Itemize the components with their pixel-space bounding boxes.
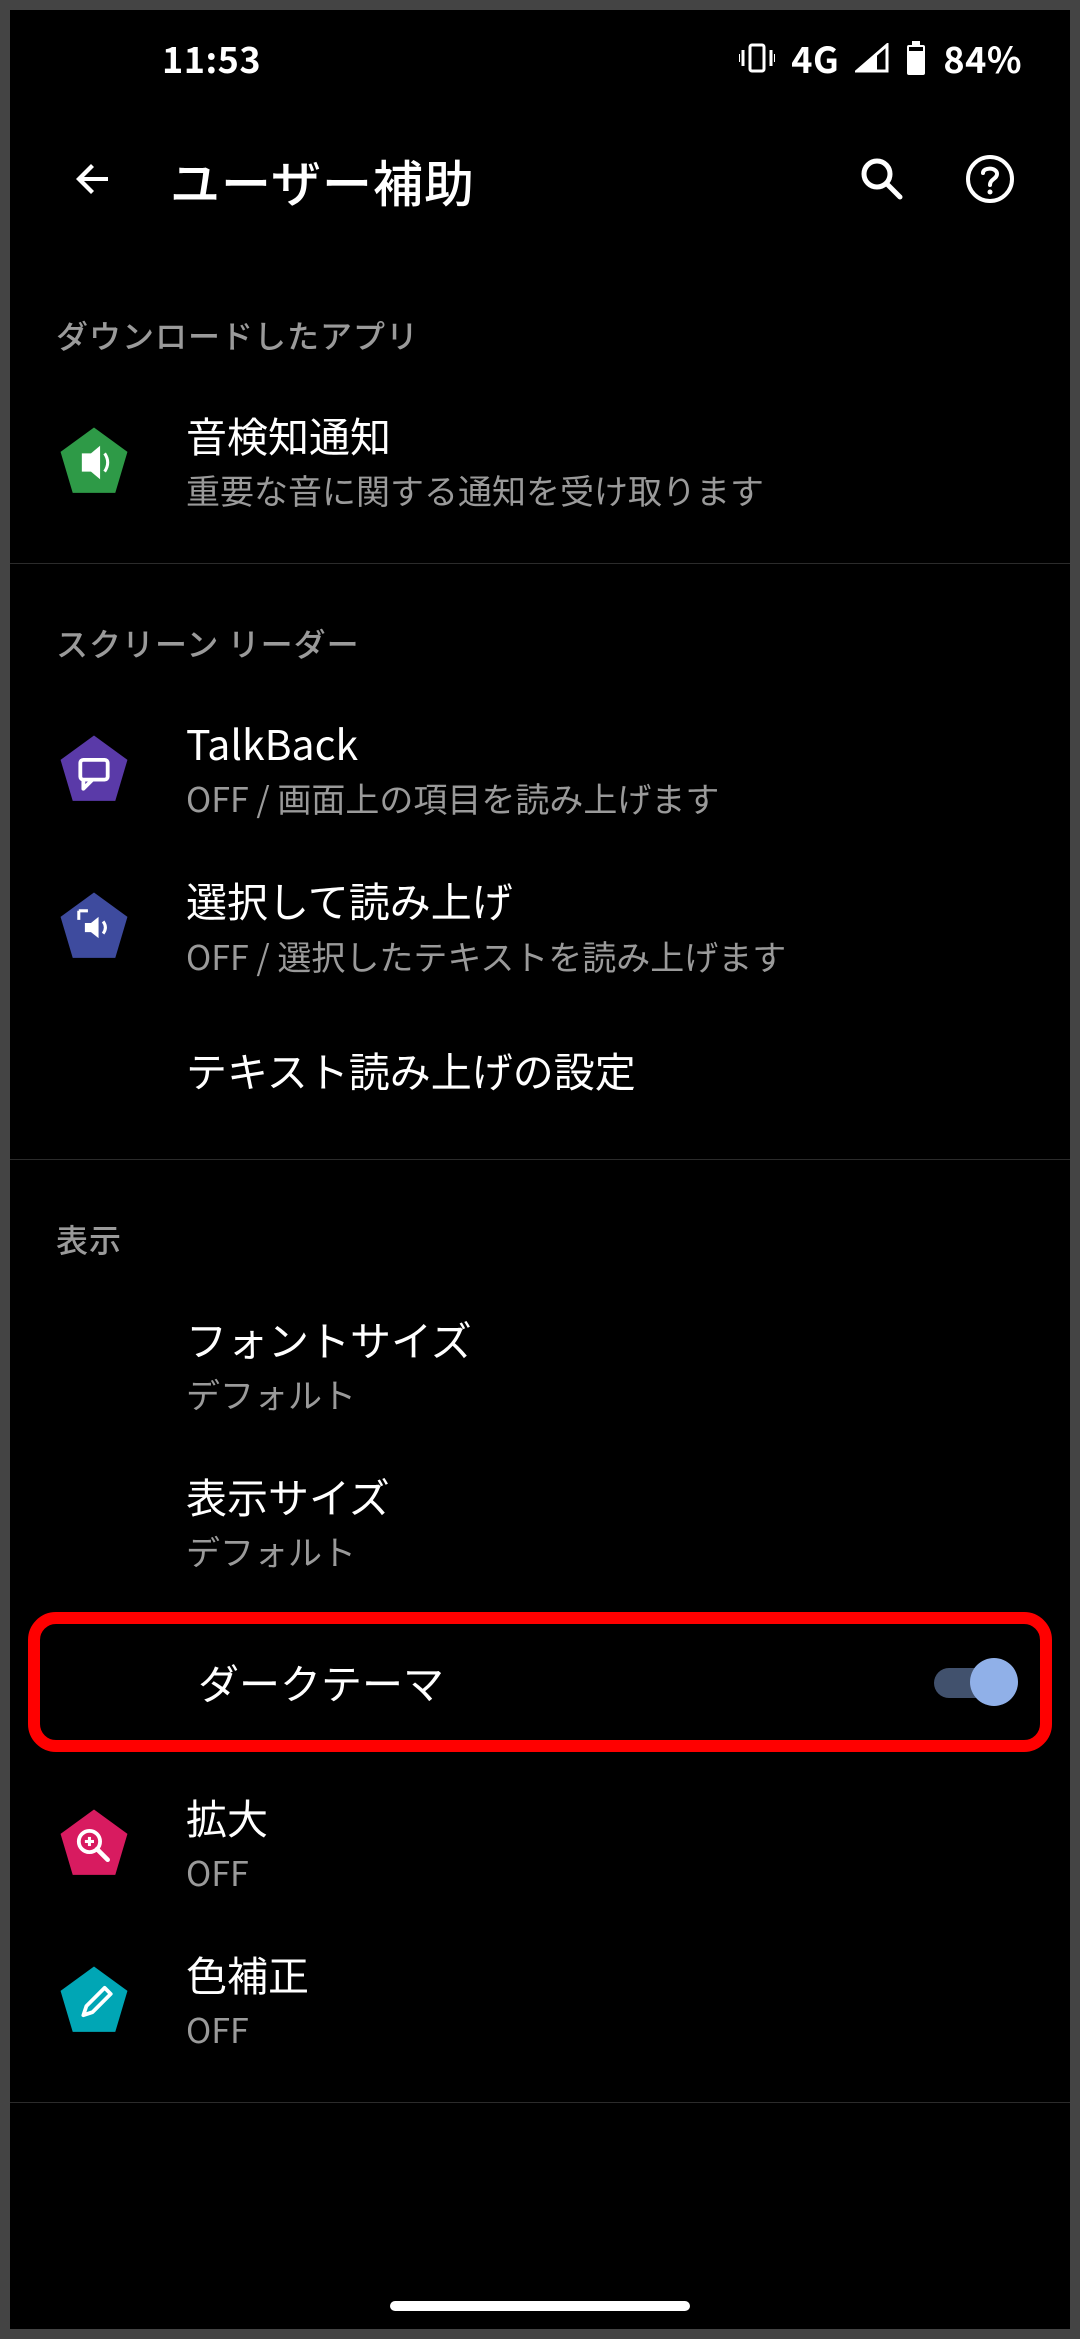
row-subtitle: OFF / 選択したテキストを読み上げます: [186, 933, 1030, 979]
row-sound-notification[interactable]: 音検知通知 重要な音に関する通知を受け取ります: [10, 382, 1070, 539]
row-dark-theme[interactable]: ダークテーマ: [40, 1624, 1040, 1740]
row-subtitle: デフォルト: [186, 1528, 1030, 1574]
select-to-speak-icon: [56, 888, 132, 964]
row-tts-settings[interactable]: テキスト読み上げの設定: [10, 1005, 1070, 1135]
signal-icon: [855, 43, 889, 73]
home-indicator[interactable]: [390, 2301, 690, 2311]
section-header-downloaded: ダウンロードしたアプリ: [10, 256, 1070, 382]
magnification-icon: [56, 1805, 132, 1881]
row-subtitle: デフォルト: [186, 1371, 1030, 1417]
battery-icon: [905, 41, 927, 75]
section-header-screen-reader: スクリーン リーダー: [10, 564, 1070, 690]
search-icon: [856, 153, 908, 210]
talkback-icon: [56, 731, 132, 807]
status-battery: 84%: [943, 32, 1022, 84]
status-bar: 11:53 4G: [10, 10, 1070, 106]
row-magnification[interactable]: 拡大 OFF: [10, 1764, 1070, 1921]
row-title: 音検知通知: [186, 408, 1030, 461]
row-title: 選択して読み上げ: [186, 873, 1030, 926]
color-correction-icon: [56, 1962, 132, 2038]
section-screen-reader: スクリーン リーダー TalkBack OFF / 画面上の項目を読み上げます: [10, 564, 1070, 1159]
row-display-size[interactable]: 表示サイズ デフォルト: [10, 1443, 1070, 1600]
row-title: 色補正: [186, 1947, 1030, 2000]
status-network: 4G: [791, 32, 839, 84]
row-title: TalkBack: [186, 716, 1030, 769]
row-subtitle: OFF / 画面上の項目を読み上げます: [186, 775, 1030, 821]
navigation-bar: [10, 2301, 1070, 2311]
switch-thumb: [970, 1658, 1018, 1706]
status-right: 4G 84%: [739, 32, 1022, 84]
back-button[interactable]: [54, 141, 134, 221]
row-subtitle: 重要な音に関する通知を受け取ります: [186, 467, 1030, 513]
section-display: 表示 フォントサイズ デフォルト 表示サイズ デフォルト ダークテーマ: [10, 1160, 1070, 2104]
arrow-back-icon: [70, 155, 118, 208]
help-icon: [964, 153, 1016, 210]
sound-notification-icon: [56, 423, 132, 499]
row-title: フォントサイズ: [186, 1312, 1030, 1365]
device-frame: 11:53 4G: [10, 10, 1070, 2329]
row-font-size[interactable]: フォントサイズ デフォルト: [10, 1286, 1070, 1443]
row-title: ダークテーマ: [198, 1655, 898, 1708]
section-downloaded-apps: ダウンロードしたアプリ 音検知通知 重要な音に関する通知を受け取ります: [10, 256, 1070, 564]
app-bar: ユーザー補助: [10, 106, 1070, 256]
dark-theme-switch[interactable]: [926, 1656, 1018, 1708]
row-color-correction[interactable]: 色補正 OFF: [10, 1921, 1070, 2078]
section-header-display: 表示: [10, 1160, 1070, 1286]
row-title: テキスト読み上げの設定: [186, 1043, 1030, 1096]
row-title: 拡大: [186, 1790, 1030, 1843]
row-select-to-speak[interactable]: 選択して読み上げ OFF / 選択したテキストを読み上げます: [10, 847, 1070, 1004]
row-title: 表示サイズ: [186, 1469, 1030, 1522]
highlight-dark-theme: ダークテーマ: [28, 1612, 1052, 1752]
search-button[interactable]: [842, 141, 922, 221]
vibrate-icon: [739, 43, 775, 73]
page-title: ユーザー補助: [162, 145, 814, 217]
help-button[interactable]: [950, 141, 1030, 221]
status-time: 11:53: [162, 32, 261, 84]
row-talkback[interactable]: TalkBack OFF / 画面上の項目を読み上げます: [10, 690, 1070, 847]
row-subtitle: OFF: [186, 1849, 1030, 1895]
row-subtitle: OFF: [186, 2006, 1030, 2052]
